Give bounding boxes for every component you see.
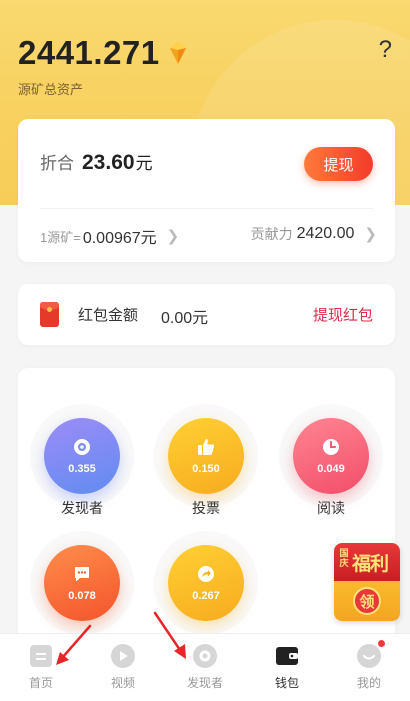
contribution-label: 贡献力 [250, 226, 293, 242]
tab-discoverer[interactable]: 发现者 [164, 634, 246, 701]
read-circle: 0.049 [293, 418, 369, 494]
chat-icon [75, 566, 89, 581]
promo-claim-coin: 领 [353, 587, 381, 615]
grid-item-read[interactable]: 0.049 [279, 404, 383, 508]
red-packet-label: 红包金额 [78, 307, 139, 324]
diamond-icon [169, 42, 186, 64]
chevron-right-icon: ❯ [166, 228, 180, 245]
promo-box: 国庆 福利 领 [334, 543, 400, 621]
red-packet-card: 红包金额 0.00元 提现红包 [18, 284, 395, 345]
equivalent-unit: 元 [135, 154, 153, 173]
promo-big-text: 福利 [352, 554, 389, 575]
earnings-grid-card: 0.355 发现者 0.150 投票 0.049 阅读 0.078 0.267 [18, 368, 395, 668]
exchange-rate-value: 0.00967元 [82, 230, 157, 247]
home-icon [30, 645, 52, 667]
tab-wallet-label: 钱包 [274, 676, 299, 690]
exchange-rate-label: 1源矿= [40, 229, 81, 245]
share-icon [198, 565, 214, 582]
share-circle: 0.267 [168, 545, 244, 621]
equivalent-amount: 23.60 [82, 151, 135, 174]
read-label: 阅读 [317, 500, 345, 516]
eye-icon [193, 644, 217, 668]
grid-item-share[interactable]: 0.267 [154, 531, 258, 635]
red-packet-amount: 0.00元 [161, 310, 209, 327]
withdraw-red-packet-link[interactable]: 提现红包 [313, 304, 373, 325]
bottom-tab-bar: 首页 视频 发现者 钱包 我的 [0, 633, 410, 701]
promo-small-text: 国庆 [339, 548, 349, 568]
vote-value: 0.150 [192, 462, 220, 475]
vote-circle: 0.150 [168, 418, 244, 494]
total-balance: 2441.271 [18, 34, 160, 71]
comment-circle: 0.078 [44, 545, 120, 621]
tab-video-label: 视频 [110, 676, 135, 690]
tab-wallet[interactable]: 钱包 [246, 634, 328, 701]
tab-profile[interactable]: 我的 [328, 634, 410, 701]
profile-icon-wrap [356, 640, 385, 669]
eye-icon [74, 438, 90, 455]
read-value: 0.049 [317, 462, 345, 475]
balance-row: 2441.271 [18, 34, 188, 72]
tab-video[interactable]: 视频 [82, 634, 164, 701]
exchange-rate-link[interactable]: 1源矿= 0.00967元 ❯ [40, 224, 179, 248]
wallet-icon [276, 647, 298, 665]
help-icon[interactable]: ? [379, 36, 392, 64]
equivalent-value: 折合 23.60 元 [40, 149, 153, 175]
tab-home-label: 首页 [28, 676, 53, 690]
share-value: 0.267 [192, 589, 220, 602]
withdraw-button[interactable]: 提现 [304, 147, 373, 181]
discoverer-circle: 0.355 [44, 418, 120, 494]
discoverer-label: 发现者 [61, 500, 103, 516]
profile-icon [357, 644, 381, 668]
chevron-right-icon: ❯ [364, 226, 377, 243]
grid-item-comment[interactable]: 0.078 [30, 531, 134, 635]
clock-icon [323, 438, 339, 455]
national-day-promo-badge[interactable]: 国庆 福利 领 [334, 543, 400, 621]
contribution-value: 2420.00 [296, 225, 355, 242]
grid-item-vote[interactable]: 0.150 [154, 404, 258, 508]
balance-label: 源矿总资产 [18, 82, 84, 97]
equivalent-label: 折合 [40, 154, 74, 173]
comment-value: 0.078 [68, 589, 96, 602]
video-icon [111, 644, 135, 668]
contribution-link[interactable]: 贡献力 2420.00 ❯ [251, 224, 377, 244]
vote-label: 投票 [192, 500, 220, 516]
thumbs-up-icon [198, 438, 215, 455]
divider [40, 208, 373, 209]
tab-profile-label: 我的 [356, 676, 381, 690]
notification-dot [378, 640, 385, 647]
summary-card: 折合 23.60 元 提现 1源矿= 0.00967元 ❯ 贡献力 2420.0… [18, 119, 395, 262]
discoverer-value: 0.355 [68, 462, 96, 475]
red-envelope-icon [40, 302, 59, 327]
tab-home[interactable]: 首页 [0, 634, 82, 701]
tab-discoverer-label: 发现者 [186, 676, 223, 690]
grid-item-discoverer[interactable]: 0.355 [30, 404, 134, 508]
